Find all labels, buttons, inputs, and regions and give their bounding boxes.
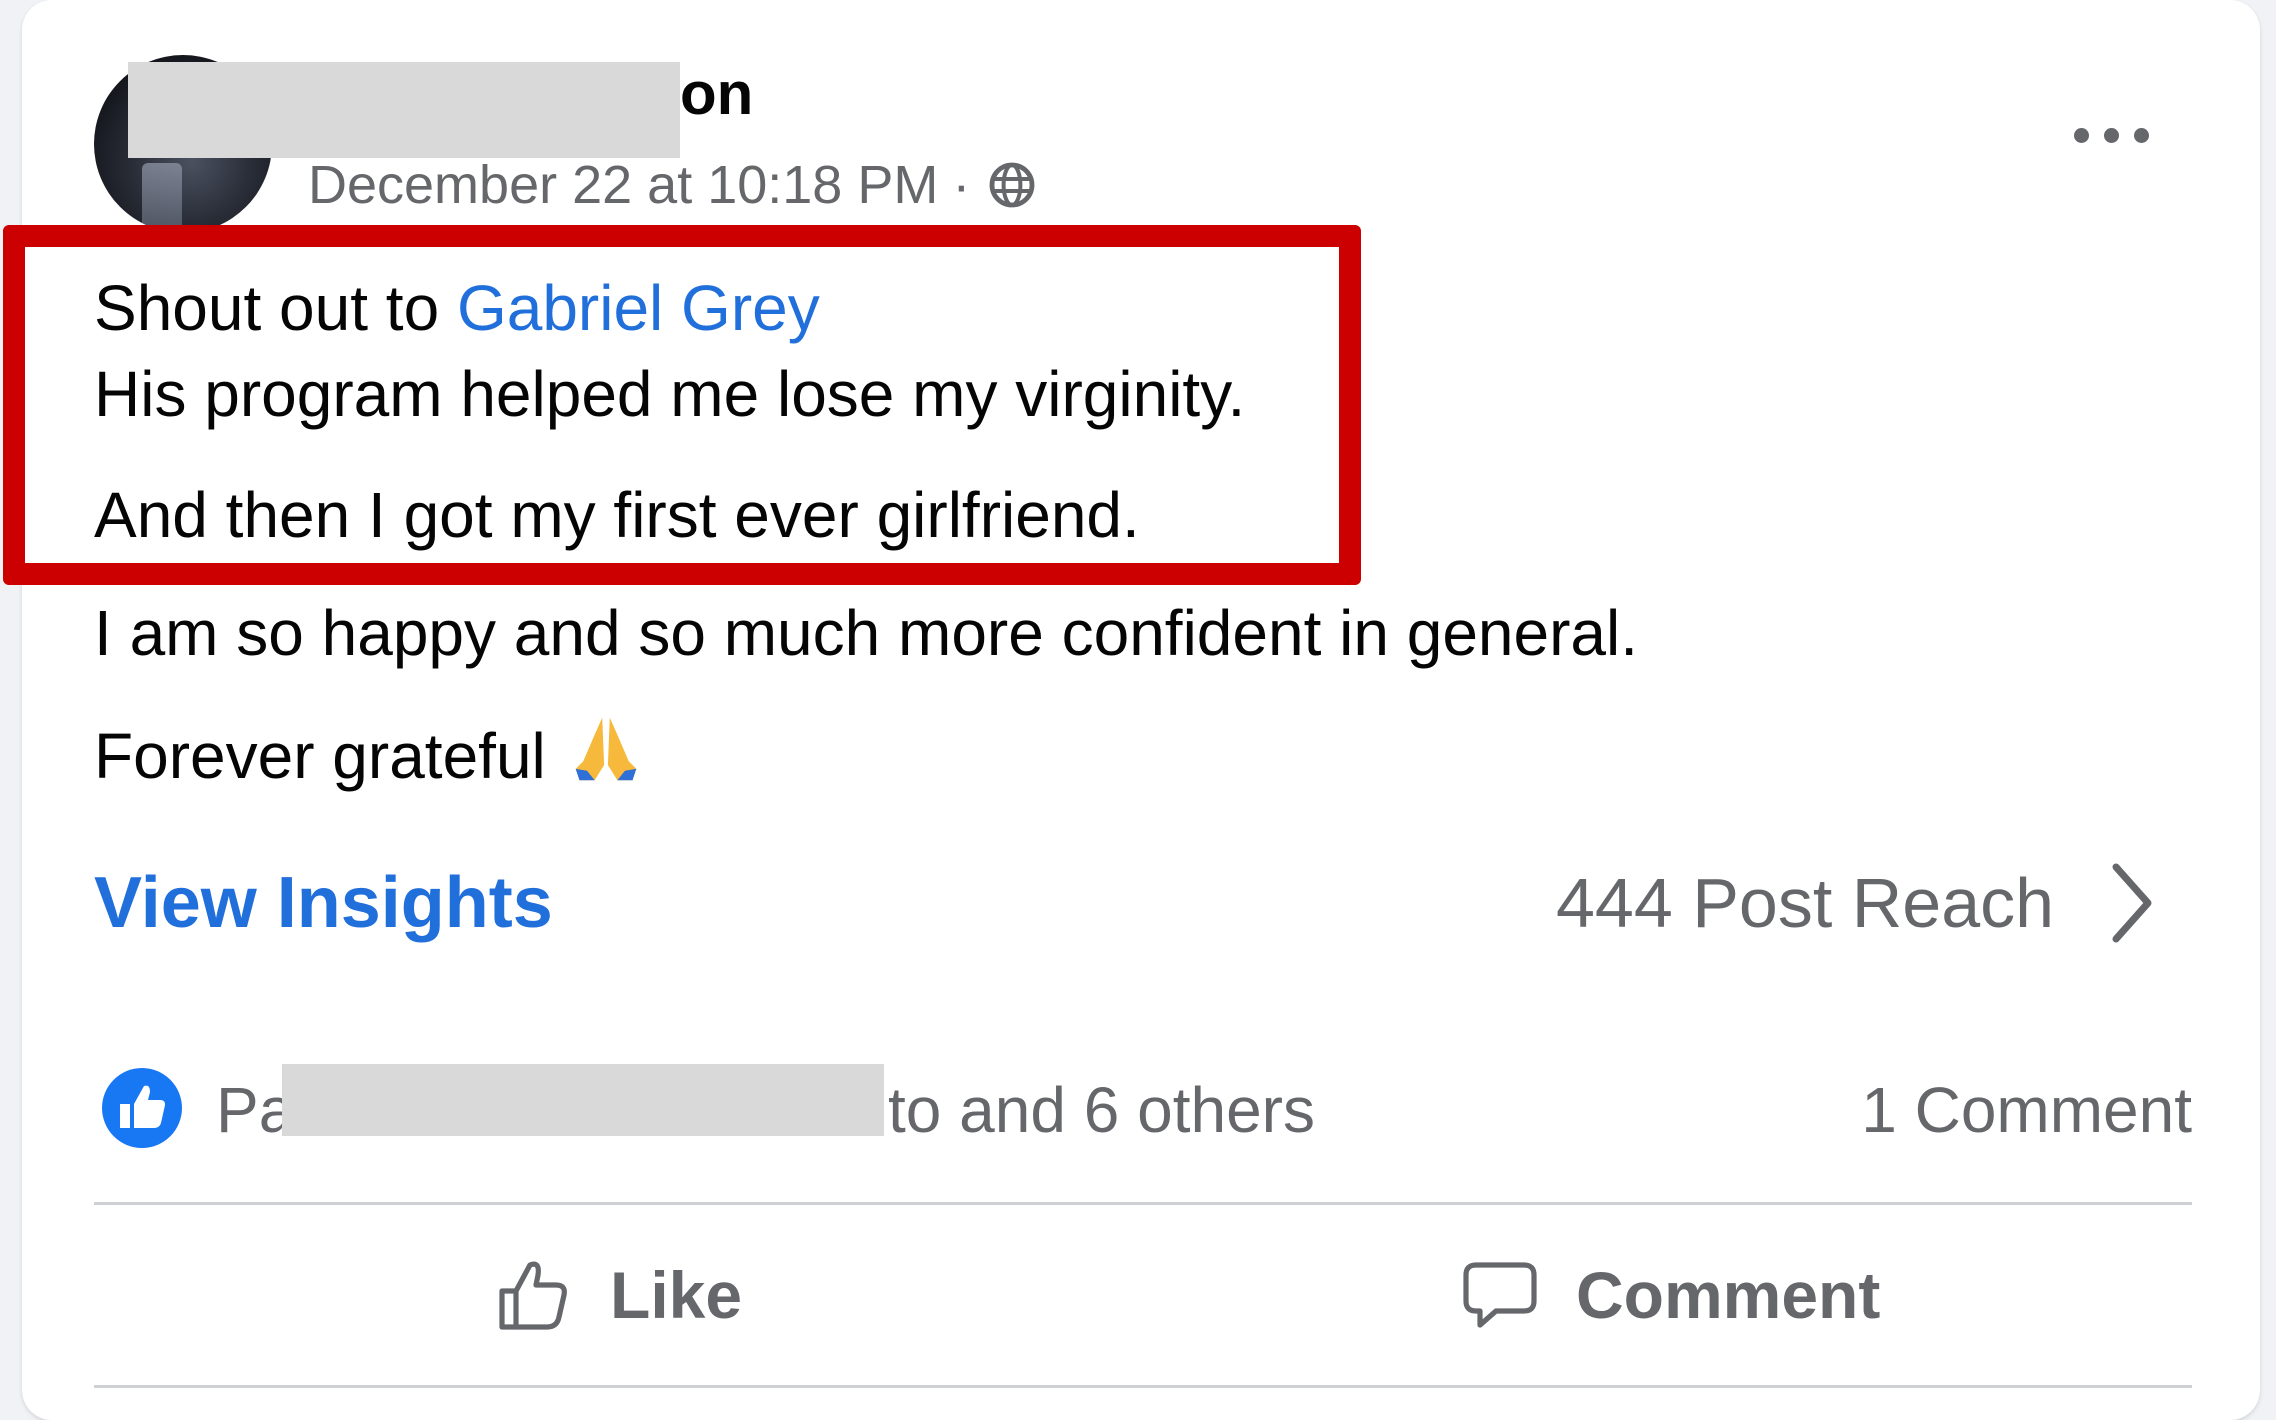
divider-bottom xyxy=(94,1385,2192,1388)
author-name[interactable]: on xyxy=(680,58,753,130)
like-button[interactable]: Like xyxy=(494,1220,742,1370)
more-options-icon xyxy=(2134,128,2149,143)
comment-button[interactable]: Comment xyxy=(1460,1220,1880,1370)
post-line-5-text: Forever grateful xyxy=(94,720,546,792)
redacted-reactor-names xyxy=(282,1064,884,1136)
more-options-icon xyxy=(2074,128,2089,143)
thumbs-up-icon xyxy=(499,1261,567,1330)
post-reach[interactable]: 444 Post Reach xyxy=(1556,860,2154,946)
post-line-5: Forever grateful xyxy=(94,712,644,796)
avatar-figure xyxy=(142,163,182,233)
post-meta: December 22 at 10:18 PM · xyxy=(308,152,1036,218)
post-reach-label: 444 Post Reach xyxy=(1556,864,2055,942)
comment-label: Comment xyxy=(1576,1258,1881,1332)
chevron-right-icon xyxy=(2112,863,2152,943)
more-options-button[interactable] xyxy=(2058,108,2168,164)
view-insights-link[interactable]: View Insights xyxy=(94,860,553,946)
highlight-box xyxy=(3,225,1361,585)
post-line-4: I am so happy and so much more confident… xyxy=(94,597,1638,669)
reactors-suffix: to and 6 others xyxy=(888,1074,1315,1146)
more-options-icon xyxy=(2104,128,2119,143)
speech-bubble-icon xyxy=(1463,1262,1537,1328)
like-label: Like xyxy=(610,1258,743,1332)
meta-separator: · xyxy=(952,155,971,215)
globe-icon[interactable] xyxy=(988,161,1036,209)
redacted-author-name xyxy=(128,62,680,158)
post-timestamp[interactable]: December 22 at 10:18 PM xyxy=(308,152,938,218)
folded-hands-icon xyxy=(575,717,637,781)
comment-count[interactable]: 1 Comment xyxy=(1861,1072,2192,1148)
divider-top xyxy=(94,1202,2192,1205)
like-reaction-icon[interactable] xyxy=(100,1066,184,1150)
